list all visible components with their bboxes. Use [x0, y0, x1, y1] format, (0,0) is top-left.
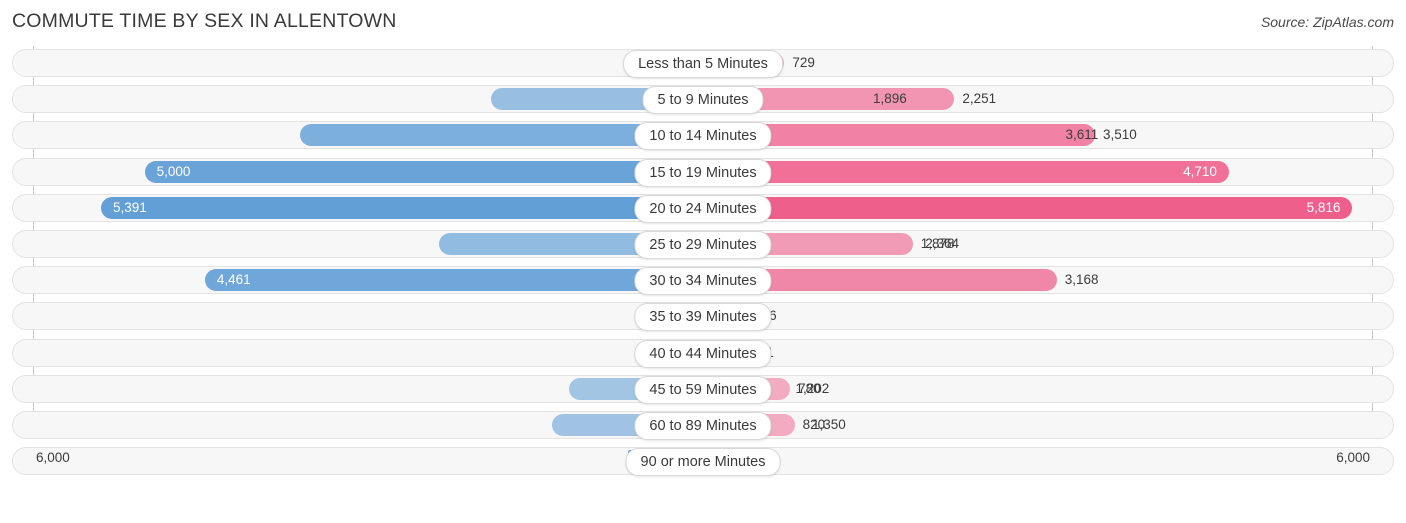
value-label-female: 3,168 — [1064, 272, 1099, 288]
value-label-male: 5,391 — [113, 199, 147, 215]
chart-row: 25538635 to 39 Minutes — [0, 299, 1406, 335]
value-label-male: 1,896 — [872, 91, 907, 107]
value-label-female: 820 — [802, 416, 826, 432]
value-label-male: 5,000 — [156, 163, 191, 179]
axis-label-right: 6,000 — [1336, 450, 1370, 465]
value-label-female: 1,878 — [920, 235, 955, 251]
source-attribution: Source: ZipAtlas.com — [1260, 14, 1394, 30]
chart-plot-area: 593729Less than 5 Minutes1,8962,2515 to … — [0, 46, 1406, 483]
value-label-female: 4,710 — [1183, 163, 1217, 179]
category-label: 40 to 44 Minutes — [634, 339, 772, 368]
chart-row: 1,896 2,251 5 to 9 Minutes — [0, 82, 1406, 118]
value-label-female: 2,251 — [962, 91, 997, 107]
bar-female — [703, 196, 1353, 219]
bar-female — [703, 160, 1229, 183]
axis-label-left: 6,000 — [36, 450, 70, 465]
category-label: 15 to 19 Minutes — [634, 158, 772, 187]
chart-row: 3,611 3,510 10 to 14 Minutes — [0, 118, 1406, 154]
value-label-male: 4,461 — [216, 272, 251, 288]
category-label: Less than 5 Minutes — [623, 50, 783, 78]
chart-header: COMMUTE TIME BY SEX IN ALLENTOWN Source:… — [0, 0, 1406, 46]
value-label-female: 5,816 — [1306, 199, 1341, 215]
chart-row: 1,202 780 45 to 59 Minutes — [0, 372, 1406, 408]
chart-rows: 593729Less than 5 Minutes1,8962,2515 to … — [0, 46, 1406, 480]
chart-row: 593729Less than 5 Minutes — [0, 46, 1406, 82]
category-label: 10 to 14 Minutes — [634, 122, 772, 151]
bar-male — [204, 269, 703, 292]
chart-row: 4,461 3,168 30 to 34 Minutes — [0, 263, 1406, 299]
category-label: 30 to 34 Minutes — [634, 267, 772, 296]
value-label-female: 780 — [798, 380, 821, 396]
category-label: 60 to 89 Minutes — [634, 411, 772, 440]
category-label: 5 to 9 Minutes — [642, 86, 764, 115]
chart-row: 46936140 to 44 Minutes — [0, 336, 1406, 372]
bar-male — [144, 160, 703, 183]
value-label-female: 729 — [792, 55, 815, 70]
chart-row: 2,364 1,878 25 to 29 Minutes — [0, 227, 1406, 263]
chart-row: 1,350 820 60 to 89 Minutes — [0, 408, 1406, 444]
category-label: 90 or more Minutes — [625, 448, 781, 477]
category-label: 35 to 39 Minutes — [634, 303, 772, 332]
chart-row: 5,000 4,710 15 to 19 Minutes — [0, 155, 1406, 191]
category-label: 25 to 29 Minutes — [634, 230, 772, 259]
page-title: COMMUTE TIME BY SEX IN ALLENTOWN — [12, 10, 397, 32]
bar-male — [101, 196, 703, 219]
chart-row: 5,391 5,816 20 to 24 Minutes — [0, 191, 1406, 227]
value-label-male: 3,611 — [1065, 127, 1099, 143]
value-label-female: 3,510 — [1102, 127, 1137, 143]
category-label: 20 to 24 Minutes — [634, 194, 772, 223]
category-label: 45 to 59 Minutes — [634, 375, 772, 404]
